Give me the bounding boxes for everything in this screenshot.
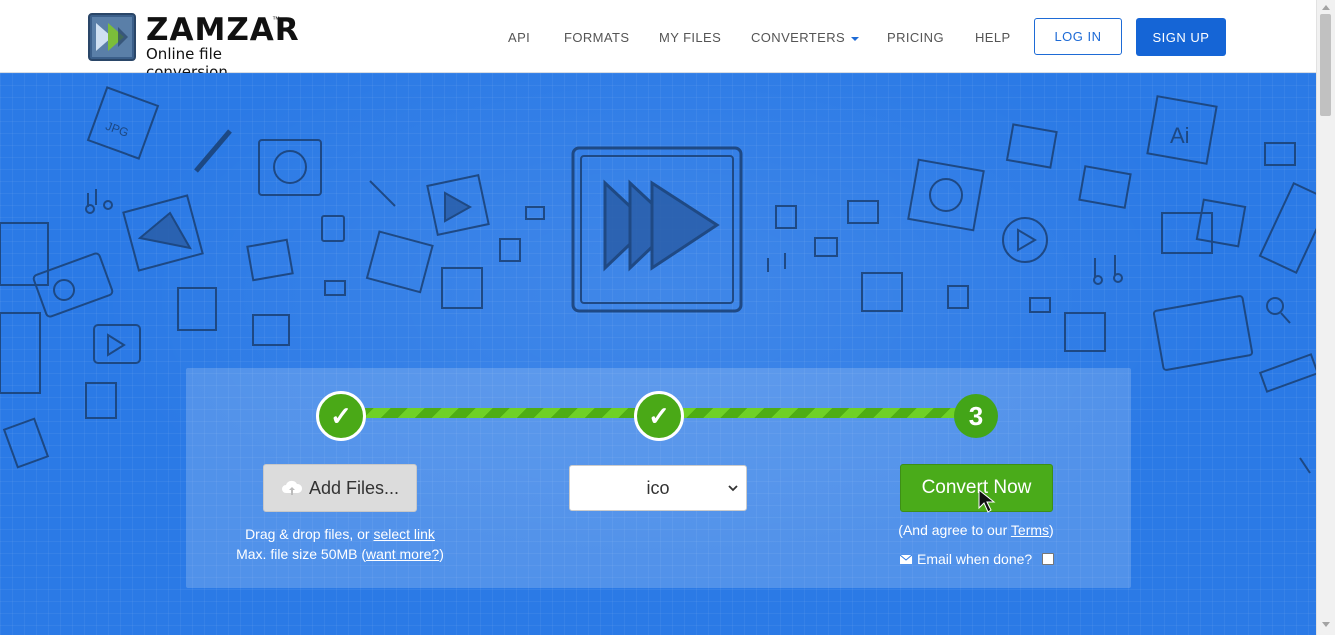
step-1-complete: ✓ [316,391,366,441]
max-size-text: Max. file size 50MB ( [236,546,367,562]
nav-help[interactable]: HELP [975,30,1011,45]
scrollbar-thumb[interactable] [1320,14,1331,116]
terms-agreement: (And agree to our Terms) [876,522,1076,538]
drop-instructions: Drag & drop files, or select link Max. f… [186,524,494,564]
nav-my-files[interactable]: MY FILES [659,30,721,45]
nav-api[interactable]: API [508,30,530,45]
add-files-button[interactable]: Add Files... [263,464,417,512]
signup-button[interactable]: SIGN UP [1136,18,1226,56]
format-value: ico [646,477,670,498]
caret-down-icon [851,36,860,41]
terms-link[interactable]: Terms [1011,522,1049,538]
nav-pricing[interactable]: PRICING [887,30,944,45]
email-label: Email when done? [917,551,1033,567]
select-link[interactable]: select link [373,526,434,542]
envelope-icon [900,554,912,564]
scroll-up-arrow-icon[interactable] [1322,4,1330,10]
email-when-done-row: Email when done? [900,551,1055,567]
format-select[interactable]: ico [569,465,747,511]
converter-panel: ✓ ✓ 3 Add Files... Drag & drop files, or… [186,368,1131,588]
drag-drop-text: Drag & drop files, or [245,526,374,542]
svg-text:Ai: Ai [1170,123,1190,148]
login-button[interactable]: LOG IN [1034,18,1122,55]
page-scrollbar[interactable] [1316,0,1335,635]
email-checkbox[interactable] [1042,553,1055,565]
agree-text: (And agree to our [898,522,1011,538]
scroll-down-arrow-icon[interactable] [1322,622,1330,628]
step-1-check: ✓ [330,400,352,431]
chevron-down-icon [728,485,738,492]
step-2-check: ✓ [648,400,670,431]
drag-drop-line: Drag & drop files, or select link [186,524,494,544]
logo-arrows-icon [88,13,136,61]
step-3-number: 3 [968,400,984,431]
zamzar-logo[interactable]: ZAMZAR ™ Online file conversion [88,12,308,81]
hero-section: JPG Ai ✓ ✓ 3 Add Files... Drag & drop fi… [0,73,1316,635]
add-files-label: Add Files... [308,477,400,498]
svg-text:JPG: JPG [104,119,131,140]
brand-trademark: ™ [272,15,280,24]
max-size-line: Max. file size 50MB (want more?) [186,544,494,564]
agree-close: ) [1049,522,1054,538]
cloud-upload-icon [281,480,302,495]
nav-converters[interactable]: CONVERTERS [751,30,860,45]
nav-converters-label: CONVERTERS [751,30,846,45]
max-size-close: ) [439,546,444,562]
step-3-current: 3 [954,394,998,438]
step-2-complete: ✓ [634,391,684,441]
nav-formats[interactable]: FORMATS [564,30,629,45]
want-more-link[interactable]: want more? [366,546,439,562]
mouse-pointer-icon [978,488,996,513]
site-header: ZAMZAR ™ Online file conversion API FORM… [0,0,1316,81]
